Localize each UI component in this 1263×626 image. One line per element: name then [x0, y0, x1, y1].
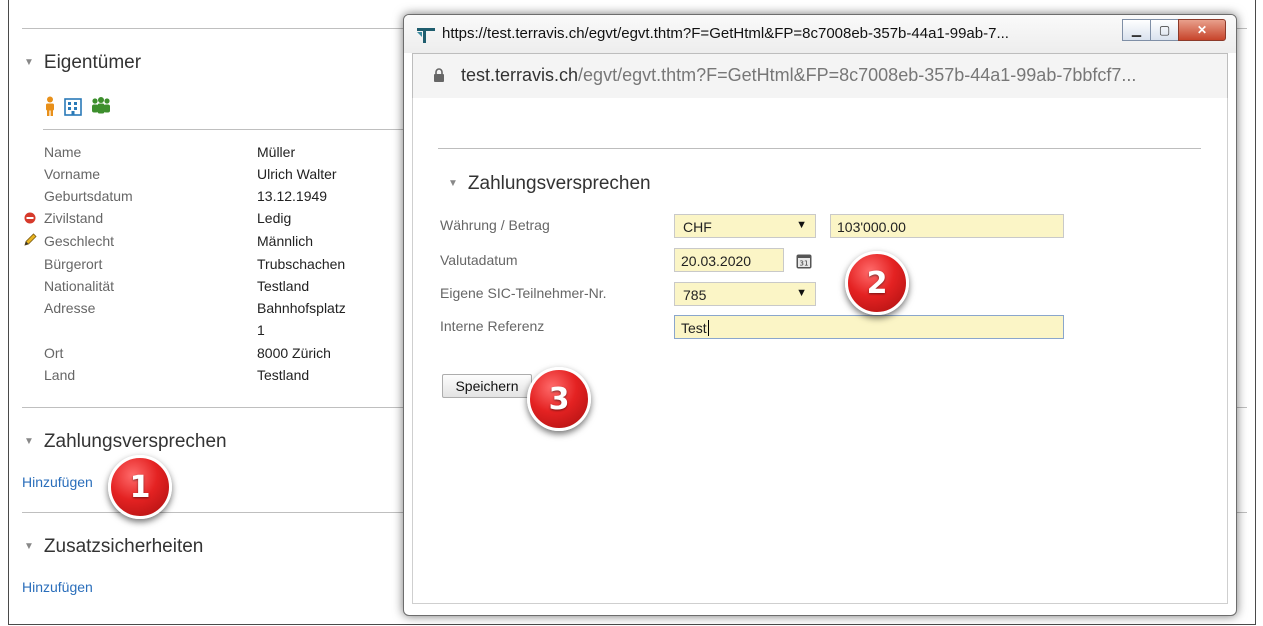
field-value-geburtsdatum: 13.12.1949 — [257, 188, 328, 204]
dropdown-arrow-icon: ▼ — [796, 287, 807, 299]
field-label-name: Name — [44, 144, 82, 160]
step-badge-3: 3 — [527, 367, 591, 431]
internal-reference-input[interactable]: Test — [674, 315, 1064, 339]
currency-select[interactable]: CHF ▼ — [674, 214, 816, 238]
calendar-day-text: 31 — [800, 260, 809, 268]
field-value-nationalitaet: Testland — [257, 278, 310, 294]
add-additional-link[interactable]: Hinzufügen — [22, 579, 93, 595]
field-label-vorname: Vorname — [44, 166, 101, 182]
add-payment-link[interactable]: Hinzufügen — [22, 474, 93, 490]
field-value-zivilstand: Ledig — [257, 210, 292, 226]
group-icon[interactable] — [90, 96, 112, 116]
collapse-triangle-icon: ▼ — [24, 436, 34, 447]
building-icon[interactable] — [63, 96, 83, 116]
currency-amount-label: Währung / Betrag — [440, 217, 550, 233]
minus-circle-icon[interactable] — [24, 212, 36, 224]
collapse-triangle-icon: ▼ — [448, 178, 458, 189]
field-value-name: Müller — [257, 144, 296, 160]
value-date-value: 20.03.2020 — [681, 253, 752, 269]
payment-section-header[interactable]: ▼ Zahlungsversprechen — [24, 431, 227, 453]
divider — [438, 148, 1201, 149]
amount-value: 103'000.00 — [837, 219, 906, 235]
collapse-triangle-icon: ▼ — [24, 57, 34, 68]
field-label-ort: Ort — [44, 345, 64, 361]
field-value-adresse: Bahnhofsplatz — [257, 300, 346, 316]
person-icon[interactable] — [44, 96, 56, 116]
currency-value: CHF — [683, 219, 712, 235]
field-label-buergerort: Bürgerort — [44, 256, 103, 272]
sic-number-label: Eigene SIC-Teilnehmer-Nr. — [440, 285, 607, 301]
save-button[interactable]: Speichern — [442, 374, 532, 398]
close-icon: ✕ — [1196, 23, 1208, 37]
owner-type-icons — [44, 96, 112, 116]
sic-number-select[interactable]: 785 ▼ — [674, 282, 816, 306]
field-value-vorname: Ulrich Walter — [257, 166, 337, 182]
sic-number-value: 785 — [683, 287, 707, 303]
field-value-adresse-nr: 1 — [257, 322, 265, 338]
pencil-icon[interactable] — [23, 232, 38, 247]
lock-icon — [434, 68, 444, 82]
collapse-triangle-icon: ▼ — [24, 541, 34, 552]
field-label-adresse: Adresse — [44, 300, 96, 316]
field-value-land: Testland — [257, 367, 310, 383]
popup-window-title: https://test.terravis.ch/egvt/egvt.thtm?… — [442, 25, 1009, 42]
field-label-geburtsdatum: Geburtsdatum — [44, 188, 133, 204]
payment-form-title: Zahlungsversprechen — [467, 173, 651, 194]
value-date-label: Valutadatum — [440, 252, 518, 268]
additional-section-title: Zusatzsicherheiten — [43, 536, 204, 557]
owner-divider — [43, 129, 405, 130]
field-value-geschlecht: Männlich — [257, 233, 314, 249]
address-bar[interactable]: test.terravis.ch/egvt/egvt.thtm?F=GetHtm… — [412, 53, 1228, 99]
step-badge-2: 2 — [845, 251, 909, 315]
internal-reference-value: Test — [681, 320, 707, 336]
step-badge-1: 1 — [108, 455, 172, 519]
address-url[interactable]: test.terravis.ch/egvt/egvt.thtm?F=GetHtm… — [461, 65, 1136, 86]
address-domain: test.terravis.ch — [461, 65, 579, 85]
owner-section-title: Eigentümer — [43, 52, 142, 73]
terravis-favicon-icon — [417, 28, 435, 43]
dropdown-arrow-icon: ▼ — [796, 219, 807, 231]
popup-content: ▼ Zahlungsversprechen Währung / Betrag CH… — [412, 98, 1228, 604]
text-cursor — [707, 320, 709, 336]
amount-input[interactable]: 103'000.00 — [830, 214, 1064, 238]
window-controls: ▁ ▢ ✕ — [1122, 19, 1226, 41]
close-button[interactable]: ✕ — [1178, 19, 1226, 41]
maximize-icon: ▢ — [1158, 23, 1171, 37]
field-label-land: Land — [44, 367, 76, 383]
field-label-zivilstand: Zivilstand — [44, 210, 104, 226]
owner-section-header[interactable]: ▼ Eigentümer — [24, 52, 141, 74]
field-label-nationalitaet: Nationalität — [44, 278, 115, 294]
payment-form-header[interactable]: ▼ Zahlungsversprechen — [448, 173, 651, 195]
popup-titlebar[interactable]: https://test.terravis.ch/egvt/egvt.thtm?… — [404, 15, 1236, 53]
field-label-geschlecht: Geschlecht — [44, 233, 115, 249]
value-date-input[interactable]: 20.03.2020 — [674, 248, 784, 272]
maximize-button[interactable]: ▢ — [1150, 19, 1179, 41]
popup-window: https://test.terravis.ch/egvt/egvt.thtm?… — [403, 14, 1237, 616]
minimize-icon: ▁ — [1131, 23, 1142, 37]
minimize-button[interactable]: ▁ — [1122, 19, 1151, 41]
calendar-icon[interactable]: 31 — [796, 253, 812, 269]
additional-section-header[interactable]: ▼ Zusatzsicherheiten — [24, 536, 203, 558]
payment-section-title: Zahlungsversprechen — [43, 431, 227, 452]
address-path: /egvt/egvt.thtm?F=GetHtml&FP=8c7008eb-35… — [578, 65, 1137, 85]
internal-reference-label: Interne Referenz — [440, 318, 545, 334]
field-value-ort: 8000 Zürich — [257, 345, 331, 361]
field-value-buergerort: Trubschachen — [257, 256, 346, 272]
